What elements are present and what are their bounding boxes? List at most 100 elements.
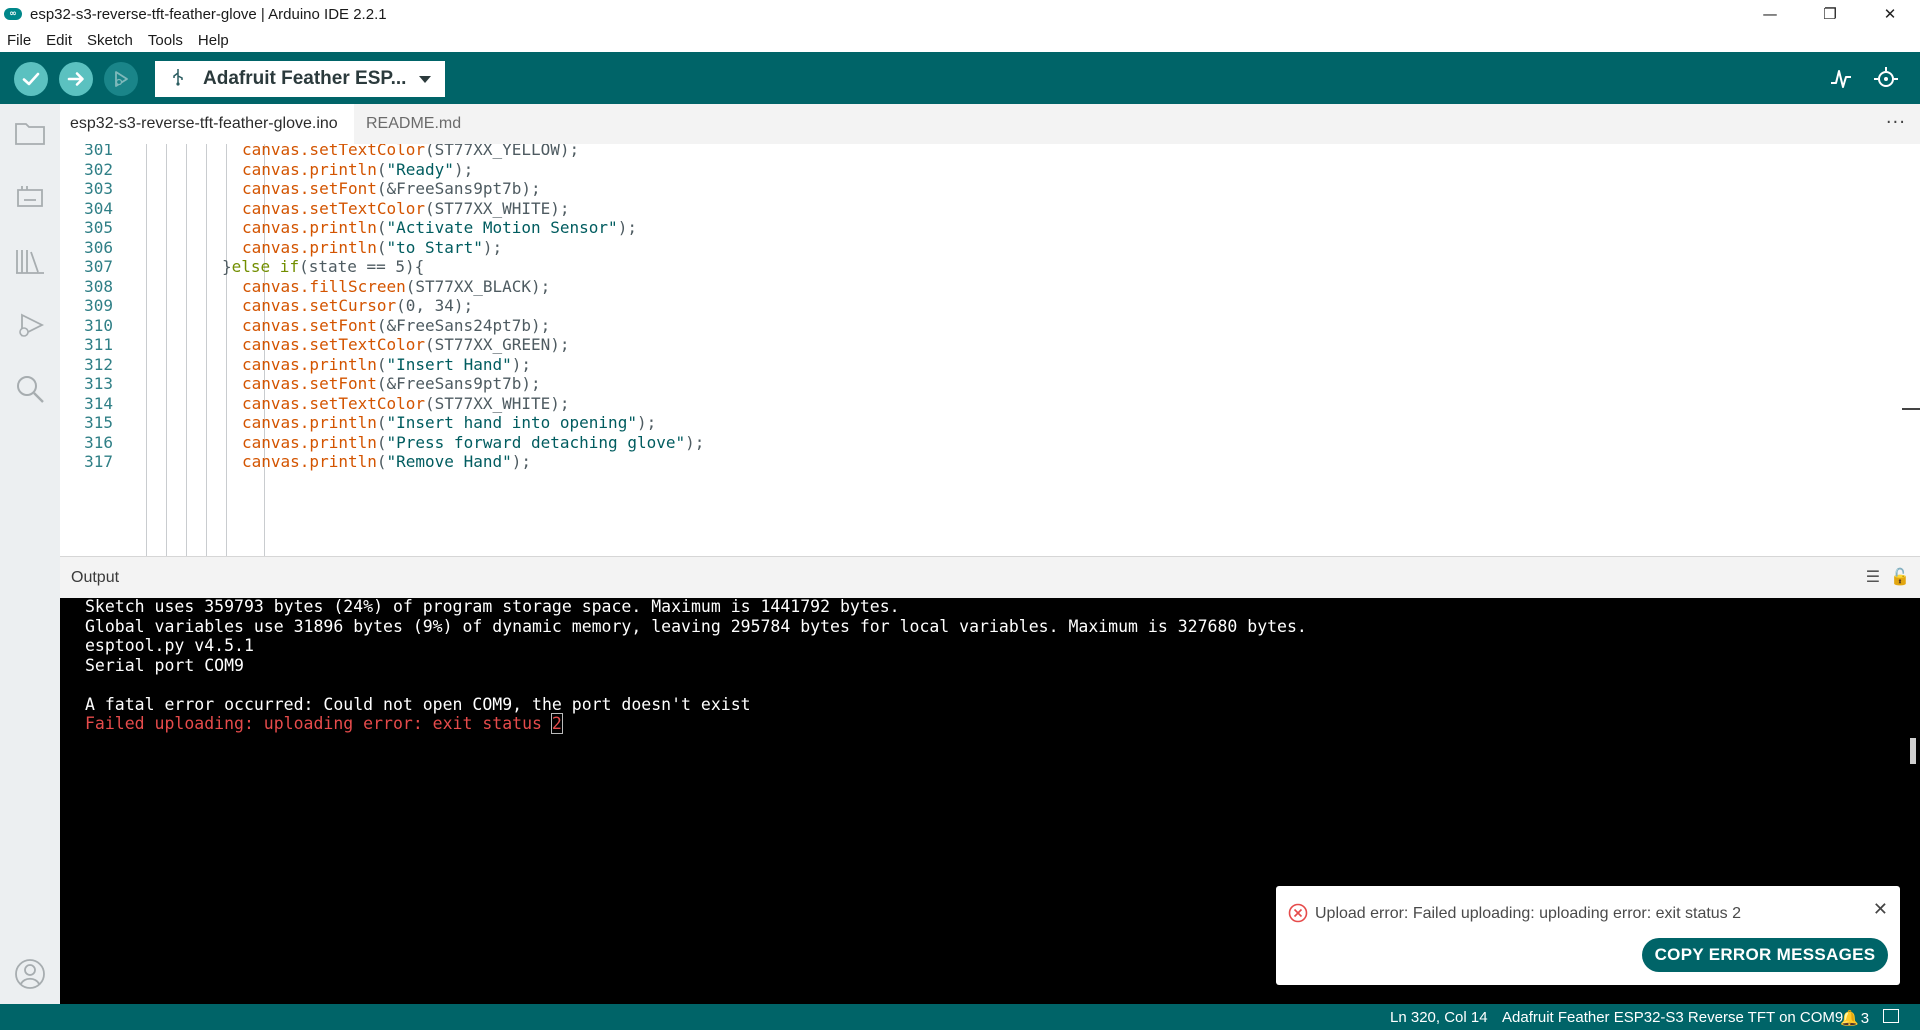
menu-tools[interactable]: Tools — [148, 32, 183, 49]
console-cursor: 2 — [550, 713, 563, 734]
toolbar: Adafruit Feather ESP... — [0, 52, 1920, 104]
boards-manager-icon[interactable] — [13, 180, 47, 214]
code-token: canvas.setTextColor — [242, 393, 426, 413]
sketchbook-folder-icon[interactable] — [13, 116, 47, 150]
cursor-position[interactable]: Ln 320, Col 14 — [1390, 1009, 1488, 1026]
window-title: esp32-s3-reverse-tft-feather-glove | Ard… — [30, 5, 387, 23]
console-line: Global variables use 31896 bytes (9%) of… — [85, 615, 1307, 639]
menu-file[interactable]: File — [7, 32, 31, 49]
code-line: 317 canvas.println("Remove Hand"); — [60, 450, 1920, 474]
serial-plotter-button[interactable] — [1828, 66, 1854, 92]
more-tabs-icon[interactable]: ··· — [1886, 112, 1906, 133]
window-controls: — ❐ ✕ — [1740, 0, 1920, 28]
code-token: (&FreeSans9pt7b); — [376, 374, 541, 393]
code-token: (state == 5){ — [299, 257, 425, 276]
arduino-ide-window: ∞ esp32-s3-reverse-tft-feather-glove | A… — [0, 0, 1920, 1030]
code-token: (ST77XX_WHITE); — [425, 198, 570, 218]
checkmark-icon — [22, 72, 40, 86]
serial-monitor-button[interactable] — [1873, 66, 1899, 92]
code-token: canvas.setFont — [242, 374, 377, 393]
console-text: Sketch uses 359793 bytes (24%) of progra… — [85, 598, 900, 616]
notification-count: 3 — [1860, 1010, 1870, 1027]
code-token: canvas.println — [242, 237, 377, 257]
restore-button[interactable]: ❐ — [1800, 0, 1860, 28]
activity-sidebar — [0, 104, 60, 1004]
code-token: else if — [231, 257, 300, 276]
code-token: (&FreeSans24pt7b); — [376, 315, 551, 335]
code-token: canvas.setCursor — [242, 296, 397, 315]
console-text: Serial port COM9 — [85, 655, 244, 675]
console-text: Global variables use 31896 bytes (9%) of… — [85, 616, 1307, 636]
menu-edit[interactable]: Edit — [46, 32, 72, 49]
board-name: Adafruit Feather ESP... — [203, 68, 407, 89]
debug-button[interactable] — [104, 62, 138, 96]
code-token: (ST77XX_GREEN); — [425, 335, 570, 354]
close-window-button[interactable]: ✕ — [1860, 0, 1920, 28]
code-token: canvas.println — [242, 354, 377, 374]
code-token: ( — [376, 452, 387, 471]
code-token: ); — [453, 159, 474, 179]
code-token: ); — [636, 413, 657, 432]
tab-readme[interactable]: README.md — [356, 104, 471, 144]
code-token: canvas.setTextColor — [242, 198, 426, 218]
console-text: esptool.py v4.5.1 — [85, 636, 254, 655]
code-token: ( — [376, 413, 387, 432]
line-number: 317 — [84, 452, 113, 471]
code-token: "Ready" — [386, 159, 454, 179]
code-token: canvas.println — [242, 218, 377, 237]
code-token: ( — [376, 237, 387, 257]
scroll-lock-icon[interactable]: 🔓 — [1890, 567, 1910, 586]
console-line: Serial port COM9 — [85, 654, 244, 678]
console-scrollbar[interactable] — [1910, 738, 1916, 764]
code-token: canvas.println — [242, 432, 377, 452]
editor-tabs: esp32-s3-reverse-tft-feather-glove.ino R… — [60, 104, 1920, 144]
console-error-line: Failed uploading: uploading error: exit … — [85, 712, 563, 736]
minimize-button[interactable]: — — [1740, 0, 1800, 28]
code-token: canvas.println — [242, 413, 377, 432]
bell-icon: 🔔 — [1840, 1009, 1859, 1027]
code-token: canvas.println — [242, 452, 377, 471]
code-token: ( — [376, 354, 387, 374]
code-token: ); — [511, 354, 531, 374]
code-token: ); — [617, 218, 637, 237]
clear-output-icon[interactable]: ☰ — [1866, 567, 1880, 586]
code-token: (&FreeSans9pt7b); — [376, 179, 541, 198]
title-bar: ∞ esp32-s3-reverse-tft-feather-glove | A… — [0, 0, 1920, 28]
code-token: canvas.println — [242, 159, 377, 179]
copy-error-messages-button[interactable]: COPY ERROR MESSAGES — [1642, 938, 1888, 972]
serial-monitor-icon — [1874, 67, 1898, 87]
code-token: "Insert hand into opening" — [386, 413, 637, 432]
error-circle-icon — [1288, 903, 1308, 923]
menu-help[interactable]: Help — [198, 32, 229, 49]
menu-sketch[interactable]: Sketch — [87, 32, 133, 49]
code-token: canvas.setTextColor — [242, 335, 426, 354]
code-token: "to Start" — [386, 237, 483, 257]
verify-button[interactable] — [14, 62, 48, 96]
upload-button[interactable] — [59, 62, 93, 96]
output-panel-header: Output ☰ 🔓 — [60, 556, 1920, 598]
library-manager-icon[interactable] — [13, 244, 47, 278]
tab-main-sketch[interactable]: esp32-s3-reverse-tft-feather-glove.ino — [60, 104, 354, 144]
output-tools: ☰ 🔓 — [1866, 567, 1910, 586]
notification-message: Upload error: Failed uploading: uploadin… — [1315, 905, 1742, 922]
code-editor[interactable]: 301 canvas.setTextColor(ST77XX_YELLOW); 30… — [60, 144, 1920, 556]
debug-sidebar-icon[interactable] — [13, 308, 47, 342]
board-selector[interactable]: Adafruit Feather ESP... — [155, 61, 445, 97]
status-board-port[interactable]: Adafruit Feather ESP32-S3 Reverse TFT on… — [1502, 1009, 1843, 1026]
toggle-panel-icon[interactable] — [1883, 1009, 1899, 1023]
code-token: ( — [376, 218, 387, 237]
code-token: "Insert Hand" — [386, 354, 512, 374]
debug-play-icon — [115, 71, 128, 87]
arrow-right-icon — [67, 72, 84, 86]
code-token: ); — [685, 432, 705, 452]
status-bar: Ln 320, Col 14 Adafruit Feather ESP32-S3… — [0, 1004, 1920, 1030]
account-icon[interactable] — [13, 957, 47, 991]
code-token: (0, 34); — [396, 296, 474, 315]
code-token: ( — [376, 159, 387, 179]
close-icon[interactable]: ✕ — [1873, 899, 1888, 920]
notifications-indicator[interactable]: 🔔 3 — [1840, 1009, 1869, 1027]
output-title: Output — [71, 569, 120, 586]
search-icon[interactable] — [13, 372, 47, 406]
code-token: "Remove Hand" — [386, 452, 512, 471]
code-text: canvas.println("Remove Hand"); — [242, 450, 531, 474]
